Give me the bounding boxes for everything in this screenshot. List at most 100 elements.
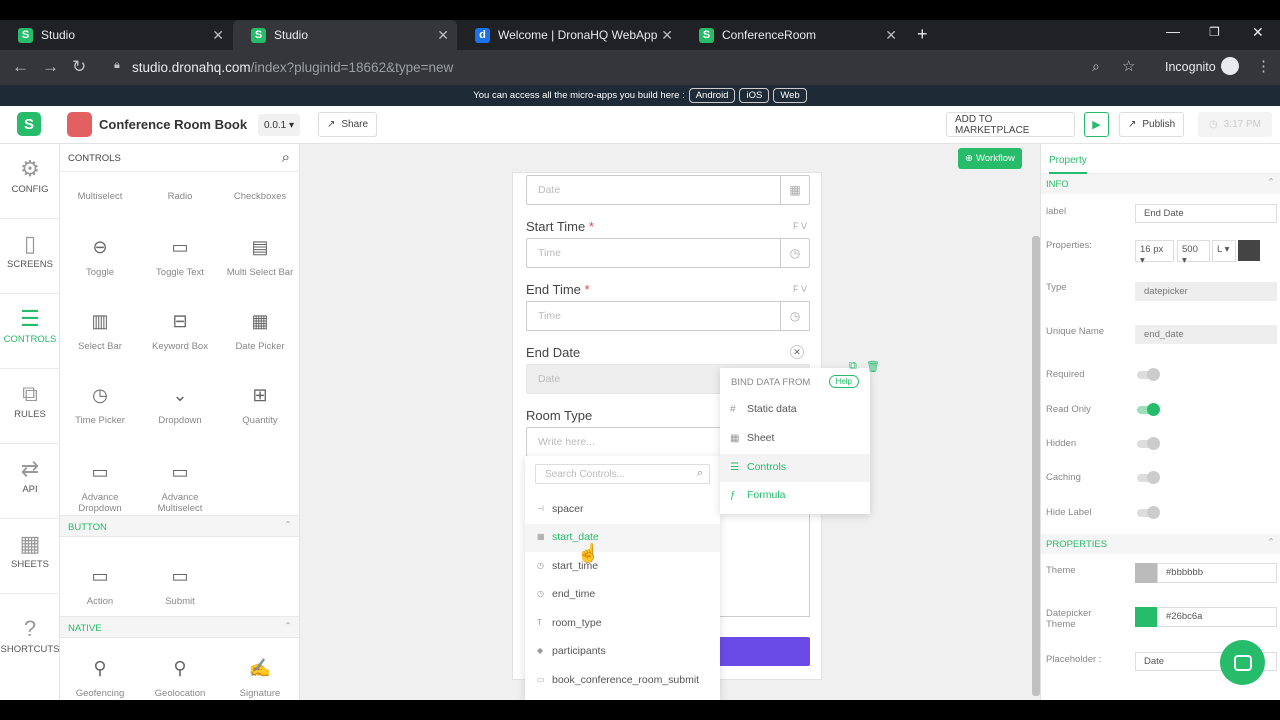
control-toggle-text[interactable]: ▭ Toggle Text xyxy=(140,237,220,278)
bind-sheet[interactable]: ▦ Sheet xyxy=(720,425,870,453)
rail-item-screens[interactable]: ▯ SCREENS xyxy=(0,219,60,294)
font-weight-select[interactable]: 500 ▾ xyxy=(1177,240,1210,266)
hidden-toggle[interactable] xyxy=(1137,437,1160,450)
close-tab-icon[interactable]: ✕ xyxy=(437,27,449,44)
search-controls-input[interactable]: Search Controls... ⌕ xyxy=(535,464,710,484)
bind-controls[interactable]: ☰ Controls xyxy=(720,454,870,482)
list-item-spacer[interactable]: ⊣ spacer xyxy=(525,496,720,524)
search-icon[interactable]: ⌕ xyxy=(282,149,290,166)
close-tab-icon[interactable]: ✕ xyxy=(885,27,897,44)
rail-item-config[interactable]: ⚙ CONFIG xyxy=(0,144,60,219)
rail-item-api[interactable]: ⇄ API xyxy=(0,444,60,519)
new-tab-icon[interactable]: + xyxy=(917,24,928,45)
preview-play-button[interactable]: ▶ xyxy=(1084,112,1109,137)
theme-swatch[interactable] xyxy=(1135,563,1157,583)
start-date-field[interactable]: Date ▦ xyxy=(526,175,810,205)
copy-icon[interactable]: ⧉ xyxy=(849,360,857,373)
close-window-icon[interactable]: ✕ xyxy=(1252,24,1264,41)
list-item-submit[interactable]: ▭ book_conference_room_submit xyxy=(525,667,720,695)
datepicker-theme-swatch[interactable] xyxy=(1135,607,1157,627)
list-item-participants[interactable]: ◆ participants xyxy=(525,638,720,666)
workflow-button[interactable]: ⊕ Workflow xyxy=(958,148,1022,169)
tab-property[interactable]: Property xyxy=(1041,144,1280,174)
share-button[interactable]: ↗ Share xyxy=(318,112,378,137)
font-size-select[interactable]: 16 px ▾ xyxy=(1135,240,1174,266)
bookmark-star-icon[interactable]: ☆ xyxy=(1122,57,1135,75)
browser-tab-3[interactable]: d Welcome | DronaHQ WebApp ✕ xyxy=(457,20,681,50)
incognito-icon[interactable] xyxy=(1221,57,1239,75)
section-button[interactable]: BUTTON ⌃ xyxy=(60,515,299,537)
control-keyword-box[interactable]: ⊟ Keyword Box xyxy=(140,311,220,352)
rail-item-rules[interactable]: ⧉ RULES xyxy=(0,369,60,444)
browser-tab-4[interactable]: S ConferenceRoom ✕ xyxy=(681,20,905,50)
forward-icon[interactable]: → xyxy=(42,57,59,77)
control-radio[interactable]: Radio xyxy=(140,191,220,202)
control-time-picker[interactable]: ◷ Time Picker xyxy=(60,385,140,426)
align-select[interactable]: L ▾ xyxy=(1212,240,1236,262)
section-native[interactable]: NATIVE ⌃ xyxy=(60,616,299,638)
add-to-marketplace-button[interactable]: ADD TO MARKETPLACE xyxy=(946,112,1075,137)
section-title: PROPERTIES xyxy=(1046,539,1108,550)
control-signature[interactable]: ✍ Signature xyxy=(220,658,299,699)
text-color-swatch[interactable] xyxy=(1238,240,1260,261)
end-time-field[interactable]: Time ◷ xyxy=(526,301,810,331)
theme-input[interactable]: #bbbbbb xyxy=(1157,563,1277,583)
list-item-end-time[interactable]: ◷ end_time xyxy=(525,581,720,609)
bind-static-data[interactable]: # Static data xyxy=(720,396,870,424)
rail-item-shortcuts[interactable]: ? SHORTCUTS xyxy=(0,604,60,679)
control-geofencing[interactable]: ⚲ Geofencing xyxy=(60,658,140,699)
list-item-start-date[interactable]: ▦ start_date xyxy=(525,524,720,552)
control-multi-select-bar[interactable]: ▤ Multi Select Bar xyxy=(220,237,299,278)
section-properties[interactable]: PROPERTIES ⌃ xyxy=(1041,534,1280,554)
close-tab-icon[interactable]: ✕ xyxy=(661,27,673,44)
browser-tab-1[interactable]: S Studio ✕ xyxy=(0,20,232,50)
help-button[interactable]: Help xyxy=(828,375,859,388)
control-geolocation[interactable]: ⚲ Geolocation xyxy=(140,658,220,699)
label-input[interactable]: End Date xyxy=(1135,204,1277,223)
canvas-scrollbar[interactable] xyxy=(1032,144,1040,700)
chat-support-button[interactable] xyxy=(1220,640,1265,685)
control-action[interactable]: ▭ Action xyxy=(60,566,140,607)
maximize-icon[interactable]: ❐ xyxy=(1209,25,1220,39)
control-select-bar[interactable]: ▥ Select Bar xyxy=(60,311,140,352)
zoom-icon[interactable]: ⌕ xyxy=(1092,58,1100,75)
datepicker-theme-input[interactable]: #26bc6a xyxy=(1157,607,1277,627)
hide-label-toggle[interactable] xyxy=(1137,506,1160,519)
section-info[interactable]: INFO ⌃ xyxy=(1041,174,1280,194)
delete-icon[interactable]: 🗑︎ xyxy=(866,360,880,373)
control-advance-dropdown[interactable]: ▭ Advance Dropdown xyxy=(60,462,140,514)
scrollbar-thumb[interactable] xyxy=(1032,236,1040,696)
read-only-toggle[interactable] xyxy=(1137,403,1160,416)
back-icon[interactable]: ← xyxy=(12,57,29,77)
control-submit[interactable]: ▭ Submit xyxy=(140,566,220,607)
rail-item-controls[interactable]: ☰ CONTROLS xyxy=(0,294,60,369)
list-item-start-time[interactable]: ◷ start_time xyxy=(525,553,720,581)
reload-icon[interactable]: ↻ xyxy=(72,57,86,77)
control-date-picker[interactable]: ▦ Date Picker xyxy=(220,311,299,352)
more-menu-icon[interactable]: ⋮ xyxy=(1256,57,1271,75)
control-advance-multiselect[interactable]: ▭ Advance Multiselect xyxy=(140,462,220,514)
web-link[interactable]: Web xyxy=(773,88,807,103)
publish-button[interactable]: ↗ Publish xyxy=(1119,112,1185,137)
ios-link[interactable]: iOS xyxy=(739,88,770,103)
rail-item-sheets[interactable]: ▦ SHEETS xyxy=(0,519,60,594)
calendar-icon: ▦ xyxy=(537,532,545,541)
android-link[interactable]: Android xyxy=(688,88,736,103)
start-time-field[interactable]: Time ◷ xyxy=(526,238,810,268)
url-field[interactable]: 🔒︎ studio.dronahq.com/index?pluginid=186… xyxy=(110,55,1150,80)
version-select[interactable]: 0.0.1 ▾ xyxy=(258,114,301,136)
dronahq-logo-icon[interactable]: S xyxy=(17,112,41,136)
caching-toggle[interactable] xyxy=(1137,471,1160,484)
control-checkboxes[interactable]: Checkboxes xyxy=(220,191,299,202)
control-quantity[interactable]: ⊞ Quantity xyxy=(220,385,299,426)
control-toggle[interactable]: ⊖ Toggle xyxy=(60,237,140,278)
close-icon[interactable]: ✕ xyxy=(790,345,804,359)
list-item-room-type[interactable]: Troom_type xyxy=(525,610,720,638)
browser-tab-2[interactable]: S Studio ✕ xyxy=(233,20,457,50)
close-tab-icon[interactable]: ✕ xyxy=(212,27,224,44)
required-toggle[interactable] xyxy=(1137,368,1160,381)
control-dropdown[interactable]: ⌄ Dropdown xyxy=(140,385,220,426)
control-multiselect[interactable]: Multiselect xyxy=(60,191,140,202)
bind-formula[interactable]: ƒ Formula xyxy=(720,482,870,510)
minimize-icon[interactable]: — xyxy=(1166,23,1180,39)
